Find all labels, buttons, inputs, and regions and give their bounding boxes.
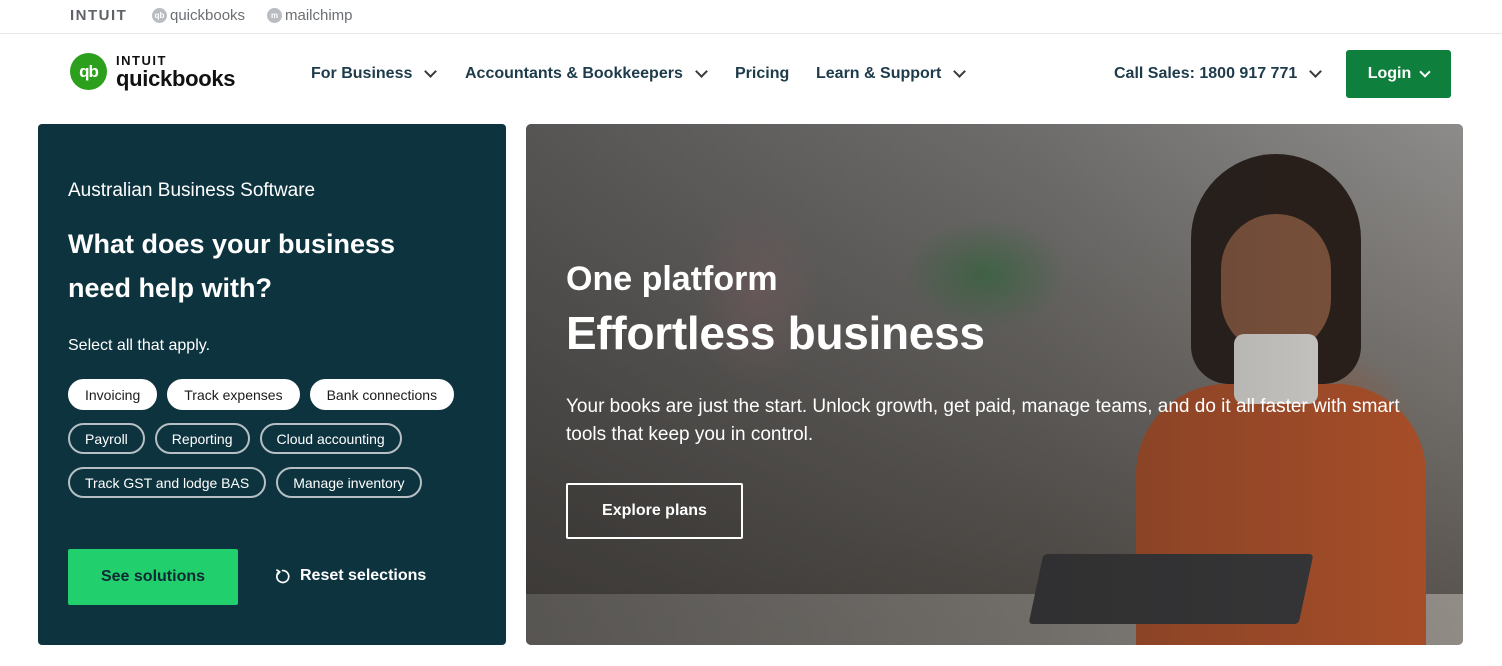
chip-bank-connections[interactable]: Bank connections (309, 379, 455, 410)
chip-row: Payroll Reporting Cloud accounting (68, 423, 488, 454)
intuit-brand-link[interactable]: INTUIT (70, 7, 127, 24)
chip-reporting[interactable]: Reporting (154, 423, 250, 454)
nav-for-business-label: For Business (311, 65, 413, 82)
nav-accountants-bookkeepers[interactable]: Accountants & Bookkeepers (465, 65, 708, 83)
intuit-brand-label: INTUIT (70, 7, 128, 24)
chip-payroll[interactable]: Payroll (68, 423, 145, 454)
qb-logo-icon: qb (152, 8, 167, 23)
chevron-down-icon (424, 65, 438, 78)
chip-row: Track GST and lodge BAS Manage inventory (68, 467, 488, 498)
call-sales-dropdown[interactable]: Call Sales: 1800 917 771 (1114, 65, 1323, 83)
quickbooks-logo[interactable]: qb INTUIT quickbooks (70, 52, 236, 91)
see-solutions-button[interactable]: See solutions (68, 549, 238, 605)
qb-circle-icon: qb (70, 53, 107, 90)
mailchimp-brand-link[interactable]: m mailchimp (267, 7, 353, 24)
nav-for-business[interactable]: For Business (311, 65, 438, 83)
reset-selections-label: Reset selections (300, 567, 427, 584)
mailchimp-logo-icon: m (267, 8, 282, 23)
chip-manage-inventory[interactable]: Manage inventory (276, 467, 422, 498)
hero-banner: One platform Effortless business Your bo… (526, 124, 1463, 645)
panel-kicker: Australian Business Software (68, 180, 316, 201)
nav-pricing[interactable]: Pricing (735, 65, 789, 83)
quickbooks-brand-link[interactable]: qb quickbooks (152, 7, 245, 24)
chip-invoicing[interactable]: Invoicing (68, 379, 158, 410)
chip-track-expenses[interactable]: Track expenses (167, 379, 300, 410)
reset-icon (276, 568, 290, 583)
chevron-down-icon (1309, 65, 1323, 78)
reset-selections-button[interactable]: Reset selections (274, 567, 426, 585)
chip-track-gst-bas[interactable]: Track GST and lodge BAS (68, 467, 267, 498)
nav-pricing-label: Pricing (735, 65, 790, 82)
chevron-down-icon (1419, 65, 1431, 78)
hero-kicker: One platform (566, 260, 778, 298)
chevron-down-icon (694, 65, 708, 78)
logo-quickbooks-text: quickbooks (116, 65, 236, 91)
panel-subtitle: Select all that apply. (68, 337, 211, 354)
chip-row: Invoicing Track expenses Bank connection… (68, 379, 488, 410)
login-button[interactable]: Login (1346, 50, 1451, 98)
hero-overlay (526, 124, 1463, 645)
chip-cloud-accounting[interactable]: Cloud accounting (259, 423, 402, 454)
quickbooks-brand-label: quickbooks (170, 7, 246, 24)
call-sales-label: Call Sales: 1800 917 771 (1114, 65, 1298, 82)
nav-accountants-label: Accountants & Bookkeepers (465, 65, 683, 82)
logo-intuit-text: INTUIT (116, 52, 167, 68)
nav-learn-support[interactable]: Learn & Support (816, 65, 967, 83)
nav-learn-support-label: Learn & Support (816, 65, 942, 82)
brand-bar: INTUIT qb quickbooks m mailchimp (0, 0, 1502, 34)
needs-chip-group: Invoicing Track expenses Bank connection… (68, 379, 488, 511)
hero-title: Effortless business (566, 307, 985, 359)
logo-wordmark: INTUIT quickbooks (116, 52, 236, 91)
main-nav: qb INTUIT quickbooks For Business Accoun… (0, 34, 1502, 116)
hero-body: Your books are just the start. Unlock gr… (566, 396, 1400, 445)
mailchimp-brand-label: mailchimp (285, 7, 353, 24)
login-label: Login (1367, 65, 1412, 82)
needs-selector-panel: Australian Business Software What does y… (38, 124, 506, 645)
explore-plans-button[interactable]: Explore plans (566, 483, 743, 539)
chevron-down-icon (953, 65, 967, 78)
panel-title: What does your business need help with? (68, 229, 396, 303)
